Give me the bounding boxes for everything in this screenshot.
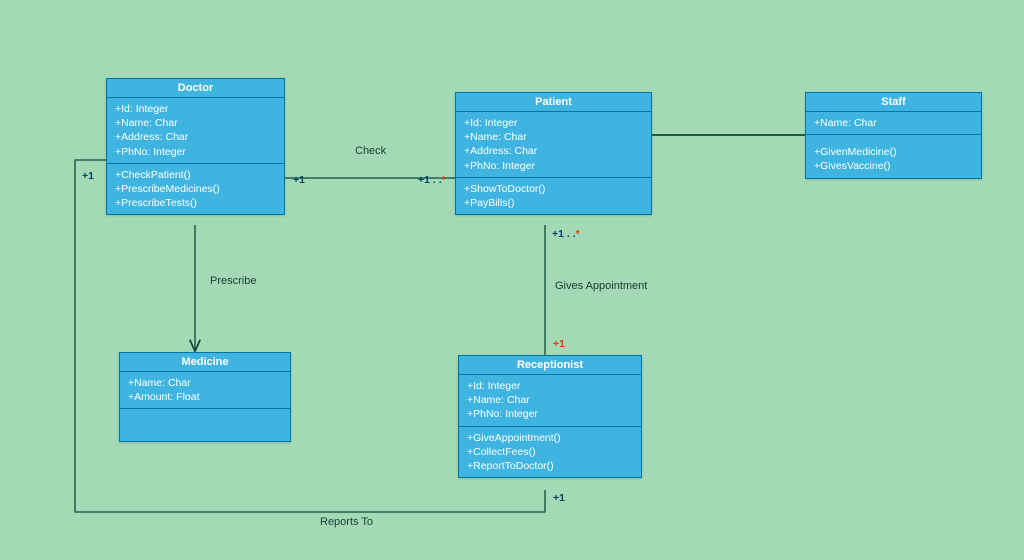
class-attrs: +Name: Char: [806, 112, 981, 135]
mult-recept-top: +1: [553, 338, 565, 350]
class-attrs: +Id: Integer +Name: Char +Address: Char …: [107, 98, 284, 164]
class-title: Receptionist: [459, 356, 641, 375]
mult-recept-bottom: +1: [553, 492, 565, 504]
class-patient: Patient +Id: Integer +Name: Char +Addres…: [455, 92, 652, 215]
mult-doctor-right: +1: [293, 174, 305, 186]
class-staff: Staff +Name: Char +GivenMedicine() +Give…: [805, 92, 982, 179]
class-title: Staff: [806, 93, 981, 112]
class-methods: +CheckPatient() +PrescribeMedicines() +P…: [107, 164, 284, 215]
class-methods: [120, 409, 290, 441]
class-title: Medicine: [120, 353, 290, 372]
label-prescribe: Prescribe: [210, 275, 256, 287]
class-methods: +ShowToDoctor() +PayBills(): [456, 178, 651, 214]
class-attrs: +Id: Integer +Name: Char +PhNo: Integer: [459, 375, 641, 427]
label-check: Check: [355, 145, 386, 157]
class-title: Patient: [456, 93, 651, 112]
class-methods: +GiveAppointment() +CollectFees() +Repor…: [459, 427, 641, 478]
class-medicine: Medicine +Name: Char +Amount: Float: [119, 352, 291, 442]
mult-doctor-left: +1: [82, 170, 94, 182]
class-methods: +GivenMedicine() +GivesVaccine(): [806, 135, 981, 177]
class-doctor: Doctor +Id: Integer +Name: Char +Address…: [106, 78, 285, 215]
mult-patient-bottom: +1 . .*: [552, 228, 580, 240]
class-title: Doctor: [107, 79, 284, 98]
label-reports-to: Reports To: [320, 516, 373, 528]
class-receptionist: Receptionist +Id: Integer +Name: Char +P…: [458, 355, 642, 478]
class-attrs: +Id: Integer +Name: Char +Address: Char …: [456, 112, 651, 178]
mult-patient-left: +1 . .*: [418, 174, 446, 186]
label-gives-appointment: Gives Appointment: [555, 280, 647, 292]
class-attrs: +Name: Char +Amount: Float: [120, 372, 290, 409]
